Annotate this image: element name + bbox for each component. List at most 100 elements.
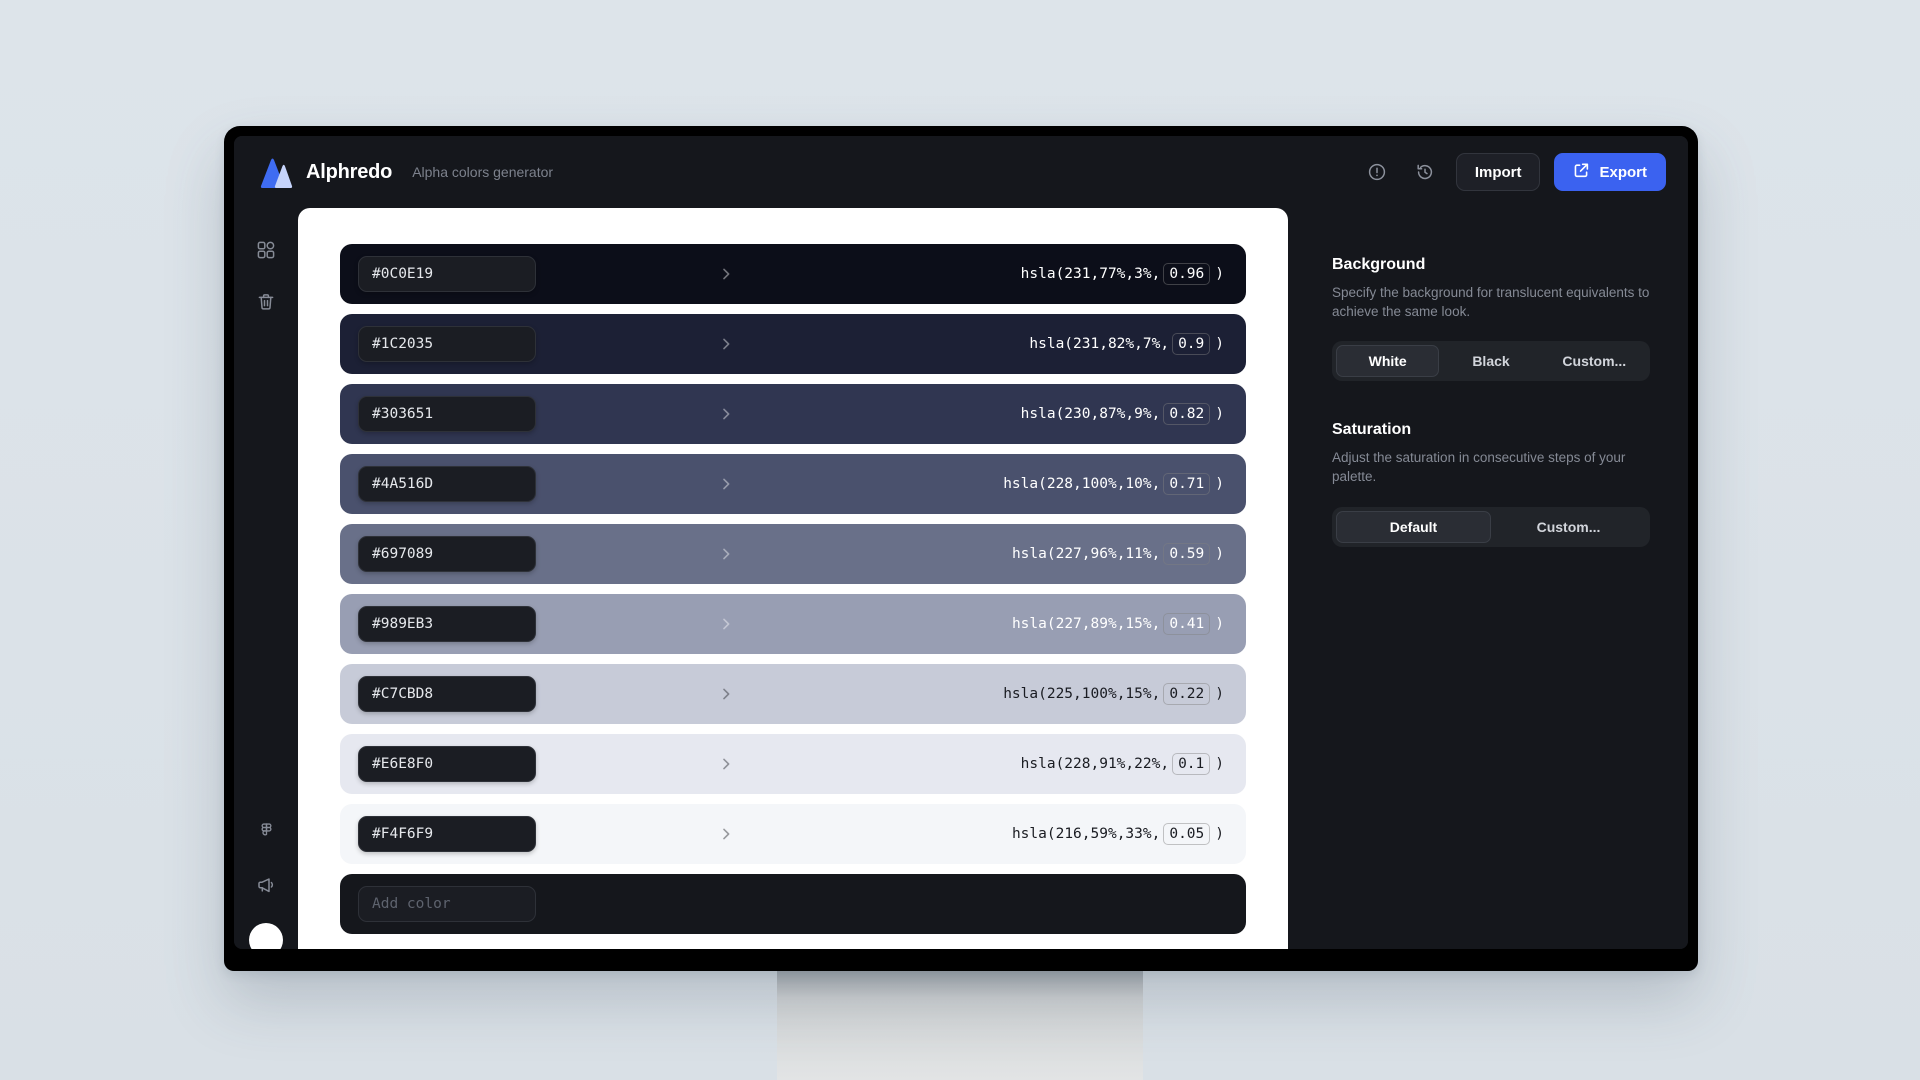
swatch-row[interactable]: #303651 hsla(230,87%,9%, 0.82) [340,384,1246,444]
alpha-value[interactable]: 0.41 [1163,613,1211,635]
saturation-title: Saturation [1332,421,1412,439]
hex-input[interactable]: #303651 [358,396,536,432]
swatch-row[interactable]: #4A516D hsla(228,100%,10%, 0.71) [340,454,1246,514]
chevron-right-icon[interactable] [718,756,734,772]
swatch-row[interactable]: #C7CBD8 hsla(225,100%,15%, 0.22) [340,664,1246,724]
chevron-right-icon[interactable] [718,616,734,632]
hsla-prefix: hsla(228,91%,22%, [1020,756,1170,772]
chevron-right-icon[interactable] [718,266,734,282]
chevron-right-icon[interactable] [718,546,734,562]
history-revert-icon[interactable] [1408,155,1442,189]
brand: Alphredo Alpha colors generator [258,155,553,189]
hsla-value[interactable]: hsla(230,87%,9%, 0.82) [1021,403,1224,425]
export-button[interactable]: Export [1554,153,1666,191]
monitor-screen: Alphredo Alpha colors generator Import E… [234,136,1688,949]
trash-icon[interactable] [250,286,282,318]
figma-icon[interactable] [250,815,282,847]
hex-value: #697089 [372,546,434,562]
alpha-value[interactable]: 0.1 [1172,753,1211,775]
hex-value: #4A516D [372,476,434,492]
alphredo-logo-icon [258,155,294,189]
background-option-white[interactable]: White [1336,345,1440,378]
hex-input[interactable]: #F4F6F9 [358,816,536,852]
settings-panel: Background Specify the background for tr… [1288,208,1688,949]
swatch-row[interactable]: #E6E8F0 hsla(228,91%,22%, 0.1) [340,734,1246,794]
chevron-right-icon[interactable] [718,406,734,422]
hsla-suffix: ) [1215,336,1224,352]
info-circle-icon[interactable] [1360,155,1394,189]
alpha-value[interactable]: 0.71 [1163,473,1211,495]
swatch-row[interactable]: #697089 hsla(227,96%,11%, 0.59) [340,524,1246,584]
monitor-scene: Alphredo Alpha colors generator Import E… [0,0,1920,1080]
components-icon[interactable] [250,234,282,266]
hex-value: #E6E8F0 [372,756,434,772]
left-rail-bottom [234,815,298,949]
hsla-prefix: hsla(225,100%,15%, [1003,686,1161,702]
alpha-value[interactable]: 0.59 [1163,543,1211,565]
add-color-input[interactable]: Add color [358,886,536,922]
alpha-value[interactable]: 0.9 [1172,333,1211,355]
saturation-segmented-control: Default Custom... [1332,506,1650,547]
hsla-suffix: ) [1215,476,1224,492]
import-button[interactable]: Import [1455,153,1541,191]
brand-subtitle: Alpha colors generator [412,164,554,180]
monitor-bezel: Alphredo Alpha colors generator Import E… [224,126,1698,971]
swatch-row[interactable]: #1C2035 hsla(231,82%,7%, 0.9) [340,314,1246,374]
hsla-suffix: ) [1215,686,1224,702]
hsla-suffix: ) [1215,756,1224,772]
saturation-section: Saturation Adjust the saturation in cons… [1332,421,1650,547]
hsla-value[interactable]: hsla(227,89%,15%, 0.41) [1012,613,1224,635]
hex-input[interactable]: #E6E8F0 [358,746,536,782]
hsla-prefix: hsla(231,77%,3%, [1020,266,1161,282]
hsla-value[interactable]: hsla(228,91%,22%, 0.1) [1021,753,1224,775]
hsla-value[interactable]: hsla(227,96%,11%, 0.59) [1012,543,1224,565]
hsla-value[interactable]: hsla(231,77%,3%, 0.96) [1021,263,1224,285]
saturation-option-custom[interactable]: Custom... [1491,511,1646,543]
palette-canvas: #0C0E19 hsla(231,77%,3%, 0.96) #1C2035 hsla(… [298,208,1288,949]
hsla-value[interactable]: hsla(228,100%,10%, 0.71) [1003,473,1224,495]
top-bar-actions: Import Export [1360,153,1666,191]
chevron-right-icon[interactable] [718,686,734,702]
user-avatar[interactable] [249,923,283,949]
add-color-row[interactable]: Add color [340,874,1246,934]
hsla-prefix: hsla(231,82%,7%, [1029,336,1170,352]
chevron-right-icon[interactable] [718,826,734,842]
import-label: Import [1474,163,1522,181]
add-color-label: Add color [372,896,451,912]
alpha-value[interactable]: 0.82 [1163,403,1211,425]
hex-input[interactable]: #0C0E19 [358,256,536,292]
hex-input[interactable]: #989EB3 [358,606,536,642]
swatch-row[interactable]: #0C0E19 hsla(231,77%,3%, 0.96) [340,244,1246,304]
hsla-suffix: ) [1215,406,1224,422]
hex-input[interactable]: #697089 [358,536,536,572]
monitor-stand-shadow [777,968,1143,998]
hsla-suffix: ) [1215,826,1224,842]
swatch-row[interactable]: #F4F6F9 hsla(216,59%,33%, 0.05) [340,804,1246,864]
megaphone-icon[interactable] [250,869,282,901]
hsla-value[interactable]: hsla(216,59%,33%, 0.05) [1012,823,1224,845]
hex-input[interactable]: #4A516D [358,466,536,502]
swatch-row[interactable]: #989EB3 hsla(227,89%,15%, 0.41) [340,594,1246,654]
hsla-prefix: hsla(230,87%,9%, [1020,406,1161,422]
background-title: Background [1332,256,1426,273]
background-option-black[interactable]: Black [1439,345,1542,377]
hex-input[interactable]: #1C2035 [358,326,536,362]
background-section: Background Specify the background for tr… [1332,256,1650,382]
alpha-value[interactable]: 0.22 [1163,683,1211,705]
hsla-prefix: hsla(216,59%,33%, [1011,826,1161,842]
alpha-value[interactable]: 0.96 [1163,263,1211,285]
saturation-option-default[interactable]: Default [1336,510,1491,543]
hex-value: #1C2035 [372,336,434,352]
swatch-list: #0C0E19 hsla(231,77%,3%, 0.96) #1C2035 hsla(… [340,244,1246,864]
chevron-right-icon[interactable] [718,476,734,492]
hex-value: #C7CBD8 [372,686,434,702]
hex-value: #F4F6F9 [372,826,434,842]
hex-input[interactable]: #C7CBD8 [358,676,536,712]
background-option-custom[interactable]: Custom... [1543,345,1646,377]
hsla-suffix: ) [1215,266,1224,282]
alpha-value[interactable]: 0.05 [1163,823,1211,845]
hsla-value[interactable]: hsla(225,100%,15%, 0.22) [1003,683,1224,705]
hsla-suffix: ) [1215,616,1224,632]
hsla-value[interactable]: hsla(231,82%,7%, 0.9) [1029,333,1224,355]
chevron-right-icon[interactable] [718,336,734,352]
